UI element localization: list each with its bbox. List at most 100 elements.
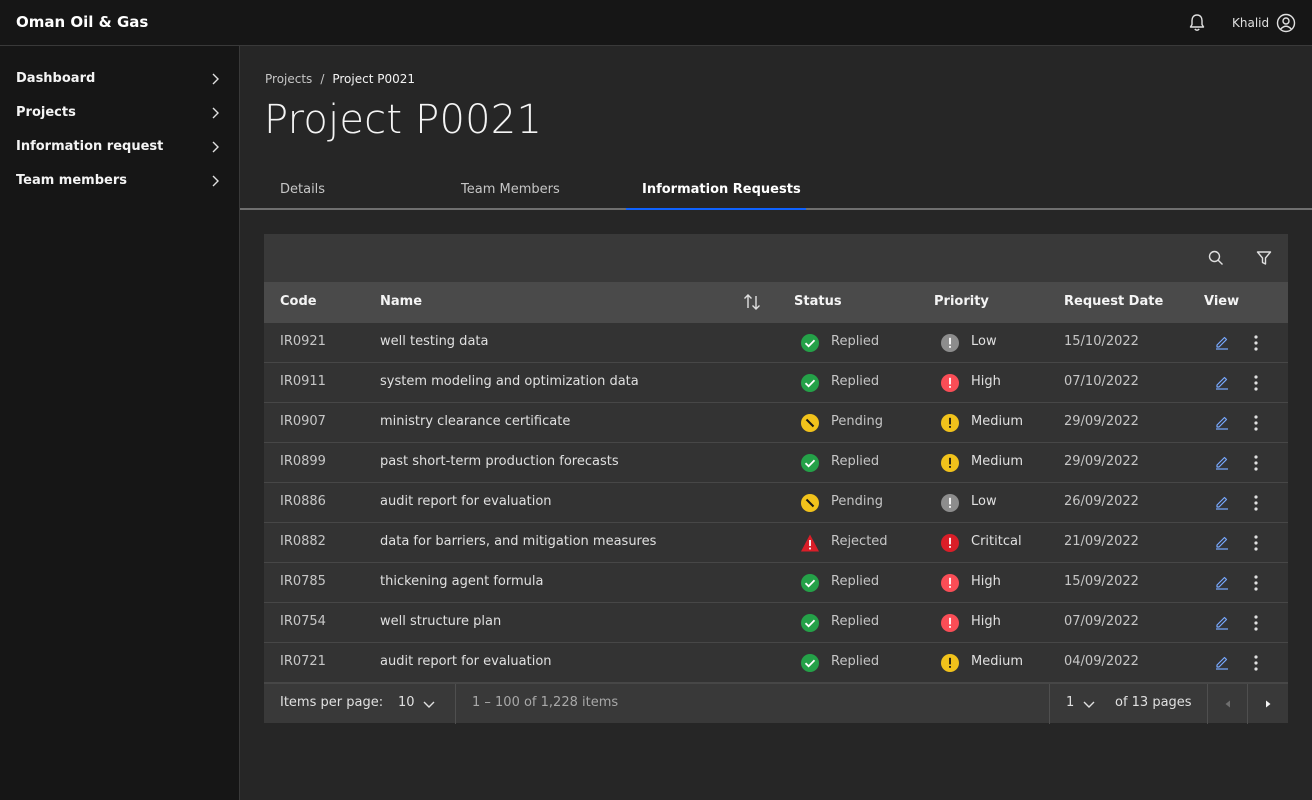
- edit-icon[interactable]: [1214, 374, 1230, 390]
- page-number: 1: [1066, 695, 1075, 710]
- user-name[interactable]: Khalid: [1232, 16, 1269, 30]
- caret-left-icon: [1225, 700, 1230, 708]
- caret-right-icon: [1266, 700, 1271, 708]
- table-row[interactable]: IR0886 audit report for evaluation Pending…: [264, 483, 1288, 523]
- divider: [1049, 684, 1050, 724]
- sidebar: Dashboard Projects Information request T…: [0, 46, 240, 800]
- edit-icon[interactable]: [1214, 334, 1230, 350]
- page-select[interactable]: 1: [1059, 684, 1105, 724]
- overflow-menu-icon[interactable]: [1248, 453, 1264, 473]
- breadcrumb-link-projects[interactable]: Projects: [265, 72, 312, 86]
- cell-priority: Medium: [971, 654, 1023, 669]
- edit-icon[interactable]: [1214, 574, 1230, 590]
- overflow-menu-icon[interactable]: [1248, 613, 1264, 633]
- sidebar-item-team-members[interactable]: Team members: [0, 164, 239, 198]
- status-replied-icon: [801, 614, 819, 632]
- next-page-button[interactable]: [1248, 684, 1288, 724]
- table-row[interactable]: IR0754 well structure plan Replied High 07/0…: [264, 603, 1288, 643]
- priority-warning-icon: [941, 374, 959, 392]
- priority-warning-icon: [941, 614, 959, 632]
- cell-priority: High: [971, 614, 1001, 629]
- search-icon[interactable]: [1206, 248, 1226, 268]
- column-header-status[interactable]: Status: [794, 294, 842, 309]
- edit-icon[interactable]: [1214, 614, 1230, 630]
- cell-code: IR0911: [280, 374, 326, 389]
- cell-name: well testing data: [380, 334, 489, 349]
- cell-status: Replied: [831, 654, 880, 669]
- app-title[interactable]: Oman Oil & Gas: [16, 13, 148, 31]
- cell-name: audit report for evaluation: [380, 494, 552, 509]
- tab-team-members[interactable]: Team Members: [445, 172, 631, 210]
- chevron-down-icon: [423, 701, 435, 708]
- table-header: Code Name Status Priority Request Date V…: [264, 282, 1288, 323]
- filter-icon[interactable]: [1254, 248, 1274, 268]
- table-row[interactable]: IR0911 system modeling and optimization d…: [264, 363, 1288, 403]
- pagination: Items per page: 10 1 – 100 of 1,228 item…: [264, 683, 1288, 724]
- table-row[interactable]: IR0907 ministry clearance certificate Pend…: [264, 403, 1288, 443]
- cell-name: audit report for evaluation: [380, 654, 552, 669]
- table-row[interactable]: IR0921 well testing data Replied Low 15/10/2…: [264, 323, 1288, 363]
- cell-request-date: 07/09/2022: [1064, 614, 1139, 629]
- edit-icon[interactable]: [1214, 534, 1230, 550]
- sidebar-item-label: Projects: [16, 105, 76, 120]
- notification-icon[interactable]: [1186, 12, 1208, 34]
- status-replied-icon: [801, 574, 819, 592]
- status-replied-icon: [801, 374, 819, 392]
- cell-request-date: 15/09/2022: [1064, 574, 1139, 589]
- cell-status: Pending: [831, 494, 883, 509]
- sidebar-item-information-request[interactable]: Information request: [0, 130, 239, 164]
- cell-name: data for barriers, and mitigation measur…: [380, 534, 657, 549]
- overflow-menu-icon[interactable]: [1248, 373, 1264, 393]
- cell-request-date: 29/09/2022: [1064, 414, 1139, 429]
- edit-icon[interactable]: [1214, 414, 1230, 430]
- column-header-priority[interactable]: Priority: [934, 294, 989, 309]
- cell-code: IR0886: [280, 494, 326, 509]
- page-title: Project P0021: [264, 97, 543, 143]
- edit-icon[interactable]: [1214, 454, 1230, 470]
- divider: [455, 684, 456, 724]
- priority-warning-icon: [941, 534, 959, 552]
- table-row[interactable]: IR0721 audit report for evaluation Replied…: [264, 643, 1288, 683]
- cell-priority: Medium: [971, 454, 1023, 469]
- column-header-name[interactable]: Name: [380, 294, 422, 309]
- cell-request-date: 04/09/2022: [1064, 654, 1139, 669]
- previous-page-button[interactable]: [1208, 684, 1248, 724]
- column-header-code[interactable]: Code: [280, 294, 317, 309]
- cell-name: thickening agent formula: [380, 574, 544, 589]
- priority-warning-icon: [941, 414, 959, 432]
- overflow-menu-icon[interactable]: [1248, 653, 1264, 673]
- tab-details[interactable]: Details: [264, 172, 450, 210]
- sort-icon[interactable]: [742, 292, 762, 312]
- column-header-request-date[interactable]: Request Date: [1064, 294, 1163, 309]
- total-pages-text: of 13 pages: [1115, 695, 1192, 710]
- overflow-menu-icon[interactable]: [1248, 333, 1264, 353]
- sidebar-item-projects[interactable]: Projects: [0, 96, 239, 130]
- overflow-menu-icon[interactable]: [1248, 573, 1264, 593]
- edit-icon[interactable]: [1214, 654, 1230, 670]
- table-row[interactable]: IR0899 past short-term production forecas…: [264, 443, 1288, 483]
- items-range-text: 1 – 100 of 1,228 items: [472, 695, 619, 710]
- priority-warning-icon: [941, 454, 959, 472]
- chevron-right-icon: [212, 141, 219, 153]
- items-per-page-value: 10: [398, 695, 415, 710]
- cell-name: well structure plan: [380, 614, 502, 629]
- user-avatar-icon[interactable]: [1275, 12, 1297, 34]
- edit-icon[interactable]: [1214, 494, 1230, 510]
- cell-name: system modeling and optimization data: [380, 374, 639, 389]
- items-per-page-select[interactable]: 10: [390, 684, 442, 724]
- overflow-menu-icon[interactable]: [1248, 413, 1264, 433]
- cell-code: IR0754: [280, 614, 326, 629]
- sidebar-item-label: Information request: [16, 139, 164, 154]
- overflow-menu-icon[interactable]: [1248, 493, 1264, 513]
- column-header-view: View: [1204, 294, 1240, 309]
- tab-information-requests[interactable]: Information Requests: [626, 172, 806, 210]
- table-row[interactable]: IR0882 data for barriers, and mitigation …: [264, 523, 1288, 563]
- priority-warning-icon: [941, 494, 959, 512]
- sidebar-item-dashboard[interactable]: Dashboard: [0, 62, 239, 96]
- cell-priority: Low: [971, 334, 997, 349]
- cell-code: IR0785: [280, 574, 326, 589]
- chevron-right-icon: [212, 175, 219, 187]
- overflow-menu-icon[interactable]: [1248, 533, 1264, 553]
- cell-status: Replied: [831, 574, 880, 589]
- table-row[interactable]: IR0785 thickening agent formula Replied Hig…: [264, 563, 1288, 603]
